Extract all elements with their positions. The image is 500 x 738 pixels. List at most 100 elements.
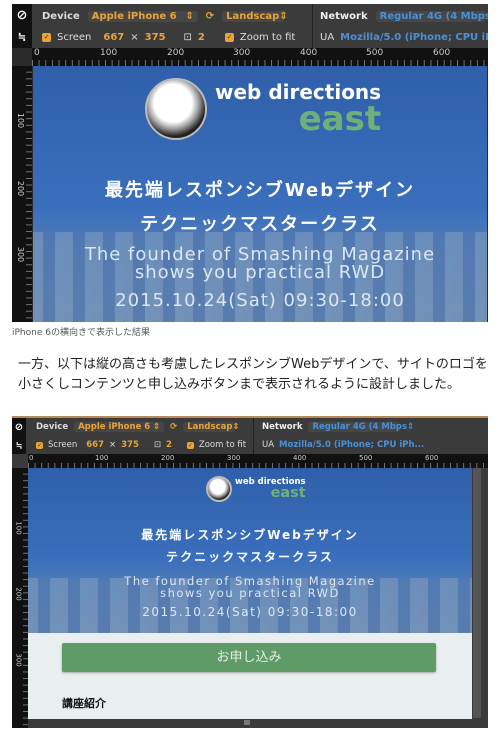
ruler-tick: 600 — [425, 454, 439, 462]
hero-title-line1: 最先端レスポンシブWebデザイン — [141, 528, 359, 542]
dpr-value[interactable]: 2 — [198, 32, 205, 43]
dpr-icon: ⊡ — [183, 31, 192, 43]
device-label: Device — [42, 10, 80, 22]
ruler-tick: 100 — [16, 112, 26, 129]
logo-east: east — [298, 99, 382, 139]
network-value: Regular 4G (4 Mbps — [379, 10, 488, 22]
site-hero: web directions east 最先端レスポンシブWebデザイン テクニッ… — [33, 66, 487, 322]
zoom-label: Zoom to fit — [239, 31, 296, 43]
horizontal-ruler: 0 100 200 300 400 500 600 — [32, 48, 488, 66]
site-logo[interactable]: web directions east — [145, 78, 381, 140]
ruler-tick: 0 — [34, 48, 40, 58]
devtools-screenshot-landscape: ⊘ ≒ Device Apple iPhone 6 ⇕ ⟳ Landscap ⇕ ✓… — [12, 4, 488, 322]
ua-value[interactable]: Mozilla/5.0 (iPhone; CPU iPh... — [340, 32, 488, 43]
figure-caption: iPhone 6の横向きで表示した結果 — [12, 328, 150, 338]
event-date: 2015.10.24(Sat) 09:30-18:00 — [142, 605, 358, 619]
zoom-checkbox[interactable]: ✓ — [186, 441, 194, 449]
select-arrows-icon: ⇕ — [279, 10, 288, 22]
ruler-tick: 300 — [16, 246, 26, 263]
select-arrows-icon: ⇕ — [185, 10, 194, 22]
network-value: Regular 4G (4 Mbps — [312, 422, 408, 432]
ruler-tick: 200 — [161, 454, 175, 462]
orientation-value: Landscap — [187, 422, 233, 432]
screen-height[interactable]: 375 — [121, 440, 139, 450]
ruler-tick: 0 — [29, 454, 34, 462]
dpr-icon: ⊡ — [153, 440, 161, 450]
ruler-tick: 200 — [16, 180, 26, 197]
vertical-ruler: 100 200 300 — [12, 66, 32, 322]
hero-subtitle-line2: shows you practical RWD — [160, 586, 340, 600]
dpr-value[interactable]: 2 — [166, 440, 172, 450]
orientation-value: Landscap — [226, 10, 280, 22]
times-sign: × — [108, 440, 117, 450]
no-entry-icon[interactable]: ⊘ — [12, 4, 32, 26]
no-entry-icon[interactable]: ⊘ — [12, 418, 26, 436]
rotate-icon[interactable]: ⟳ — [206, 11, 214, 22]
ruler-tick: 400 — [293, 454, 307, 462]
logo-east: east — [270, 485, 306, 502]
ruler-tick: 300 — [233, 48, 251, 58]
network-select[interactable]: Regular 4G (4 Mbps⇕ — [375, 10, 488, 22]
ua-value[interactable]: Mozilla/5.0 (iPhone; CPU iPh... — [279, 440, 424, 450]
select-arrows-icon: ⇕ — [232, 422, 240, 432]
logo-globe-icon — [145, 78, 207, 140]
screen-height[interactable]: 375 — [145, 32, 166, 43]
ua-label: UA — [262, 440, 275, 450]
apply-button[interactable]: お申し込み — [62, 643, 436, 672]
ruler-tick: 500 — [366, 48, 384, 58]
device-value: Apple iPhone 6 — [78, 422, 151, 432]
network-label: Network — [262, 422, 303, 432]
resize-handle[interactable] — [244, 720, 250, 725]
emulation-icon[interactable]: ≒ — [12, 26, 32, 48]
ruler-tick: 400 — [300, 48, 318, 58]
ruler-tick: 200 — [167, 48, 185, 58]
section-heading: 講座紹介 — [62, 697, 106, 710]
ruler-tick: 600 — [433, 48, 451, 58]
screen-label: Screen — [48, 440, 78, 450]
screen-checkbox[interactable]: ✓ — [36, 441, 43, 449]
vertical-ruler: 100 200 300 — [12, 468, 28, 728]
device-toolbar: ⊘ ≒ Device Apple iPhone 6 ⇕ ⟳ Landscap ⇕ ✓… — [12, 4, 488, 48]
hero-title-line2: テクニックマスタークラス — [166, 550, 334, 564]
orientation-select[interactable]: Landscap ⇕ — [222, 10, 288, 22]
ruler-tick: 100 — [14, 521, 23, 535]
network-select[interactable]: Regular 4G (4 Mbps⇕ — [308, 422, 414, 432]
hero-title-line2: テクニックマスタークラス — [140, 214, 380, 235]
orientation-select[interactable]: Landscap ⇕ — [183, 422, 240, 432]
screen-width[interactable]: 667 — [103, 32, 124, 43]
network-label: Network — [320, 10, 368, 22]
ruler-tick: 300 — [14, 653, 23, 667]
device-select[interactable]: Apple iPhone 6 ⇕ — [74, 422, 165, 432]
device-select[interactable]: Apple iPhone 6 ⇕ — [87, 10, 198, 22]
article-paragraph: 一方、以下は縦の高さも考慮したレスポンシブWebデザインで、サイトのロゴを小さく… — [18, 357, 488, 392]
emulation-icon[interactable]: ≒ — [12, 436, 26, 454]
select-arrows-icon: ⇕ — [407, 422, 415, 432]
device-label: Device — [36, 422, 69, 432]
scrollbar[interactable] — [473, 468, 481, 718]
logo-globe-icon — [206, 476, 232, 502]
ruler-tick: 100 — [100, 48, 118, 58]
screen-checkbox[interactable]: ✓ — [42, 32, 51, 42]
devtools-screenshot-tall: ⊘ ≒ Device Apple iPhone 6 ⇕ ⟳ Landscap ⇕ ✓… — [12, 416, 488, 728]
ruler-tick: 500 — [359, 454, 373, 462]
ruler-tick: 100 — [95, 454, 109, 462]
screen-label: Screen — [57, 31, 92, 43]
device-value: Apple iPhone 6 — [91, 10, 177, 22]
site-hero: web directions east 最先端レスポンシブWebデザイン テクニッ… — [28, 468, 472, 633]
ruler-tick: 200 — [14, 587, 23, 601]
ruler-tick: 300 — [227, 454, 241, 462]
event-date: 2015.10.24(Sat) 09:30-18:00 — [115, 290, 405, 311]
site-logo[interactable]: web directions east — [206, 476, 306, 502]
times-sign: × — [130, 31, 139, 43]
rotate-icon[interactable]: ⟳ — [170, 422, 177, 432]
hero-title-line1: 最先端レスポンシブWebデザイン — [104, 180, 416, 201]
select-arrows-icon: ⇕ — [152, 422, 161, 432]
ua-label: UA — [320, 31, 335, 43]
site-content: お申し込み 講座紹介 — [28, 633, 472, 719]
zoom-checkbox[interactable]: ✓ — [224, 32, 234, 42]
zoom-label: Zoom to fit — [198, 440, 247, 450]
device-toolbar: ⊘ ≒ Device Apple iPhone 6 ⇕ ⟳ Landscap ⇕ ✓… — [12, 416, 488, 454]
screen-width[interactable]: 667 — [86, 440, 104, 450]
horizontal-ruler: 0 100 200 300 400 500 600 — [28, 454, 488, 468]
hero-subtitle-line2: shows you practical RWD — [134, 262, 386, 283]
